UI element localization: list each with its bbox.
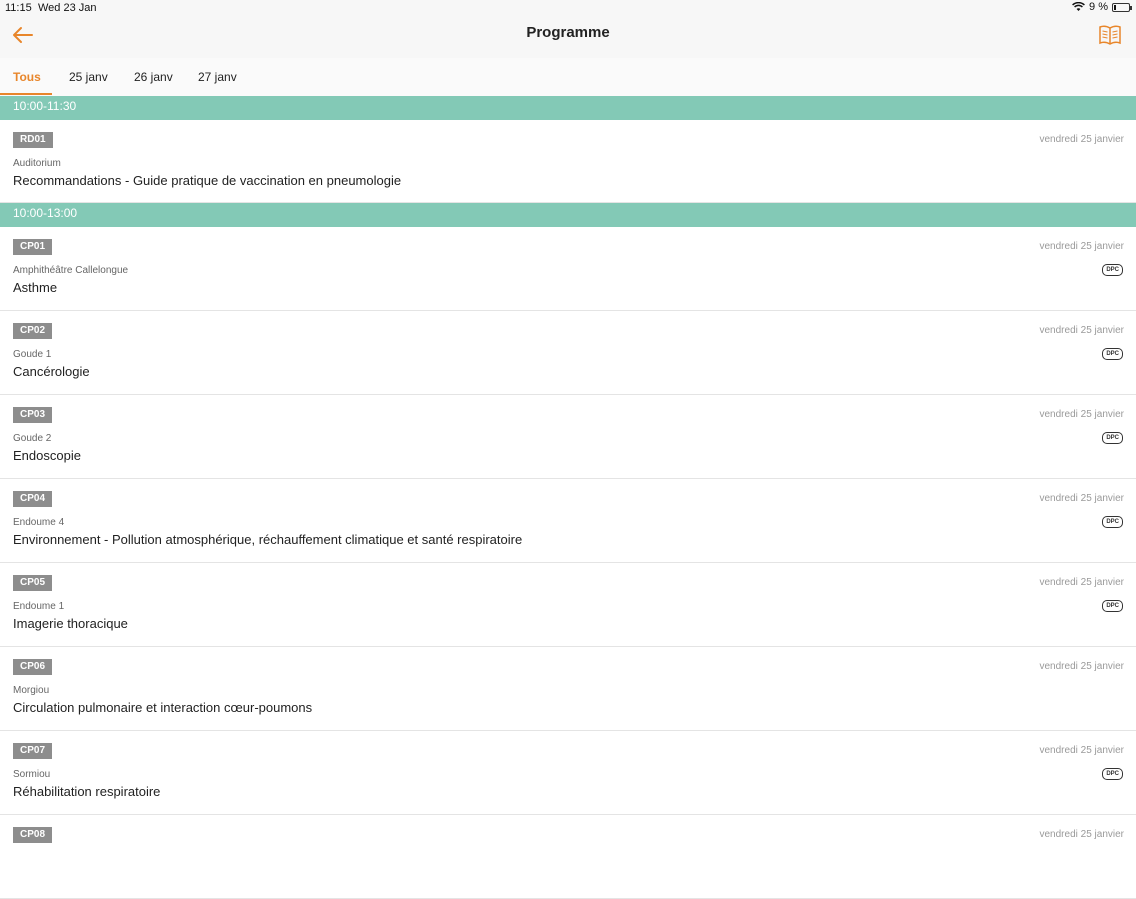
session-date: vendredi 25 janvier <box>1039 829 1125 840</box>
session-code-badge: CP06 <box>13 659 53 675</box>
status-right: 9 % <box>1072 1 1132 13</box>
session-room: Goude 1 <box>13 349 52 360</box>
session-code-badge: CP03 <box>13 407 53 423</box>
session-title: Endoscopie <box>13 448 81 463</box>
session-room: Amphithéâtre Callelongue <box>13 265 129 276</box>
session-title: Circulation pulmonaire et interaction cœ… <box>13 700 313 715</box>
status-time: 11:15 <box>5 2 32 14</box>
dpc-badge: DPC <box>1102 348 1123 360</box>
dpc-badge: DPC <box>1102 600 1123 612</box>
session-title: Réhabilitation respiratoire <box>13 784 161 799</box>
session-title: Recommandations - Guide pratique de vacc… <box>13 173 402 188</box>
tab-tous[interactable]: Tous <box>13 70 41 84</box>
session-code-badge: RD01 <box>13 132 53 148</box>
dpc-badge: DPC <box>1102 768 1123 780</box>
wifi-icon <box>1072 2 1085 11</box>
time-slot-header: 10:00-13:00 <box>0 203 1136 227</box>
session-list: 10:00-11:30 RD01 vendredi 25 janvier Aud… <box>0 96 1136 899</box>
session-title: Cancérologie <box>13 364 90 379</box>
session-room: Morgiou <box>13 685 50 696</box>
session-code-badge: CP08 <box>13 827 53 843</box>
session-date: vendredi 25 janvier <box>1039 493 1125 504</box>
time-slot-header: 10:00-11:30 <box>0 96 1136 120</box>
session-room: Sormiou <box>13 769 51 780</box>
session-room: Endoume 1 <box>13 601 65 612</box>
nav-bar: Programme <box>0 16 1136 58</box>
dpc-badge: DPC <box>1102 516 1123 528</box>
session-date: vendredi 25 janvier <box>1039 661 1125 672</box>
session-title: Environnement - Pollution atmosphérique,… <box>13 532 523 547</box>
session-room: Auditorium <box>13 158 61 169</box>
session-code-badge: CP02 <box>13 323 53 339</box>
session-code-badge: CP07 <box>13 743 53 759</box>
status-date: Wed 23 Jan <box>38 2 97 14</box>
page-title: Programme <box>526 24 610 41</box>
status-bar: 11:15 Wed 23 Jan 9 % <box>0 0 1136 16</box>
date-tabs: Tous 25 janv 26 janv 27 janv <box>0 58 1136 96</box>
session-date: vendredi 25 janvier <box>1039 134 1125 145</box>
session-row[interactable]: CP03 vendredi 25 janvier DPC Goude 2 End… <box>0 395 1136 479</box>
book-icon[interactable] <box>1098 23 1122 47</box>
battery-percent: 9 % <box>1089 1 1108 13</box>
session-date: vendredi 25 janvier <box>1039 745 1125 756</box>
tab-26-janv[interactable]: 26 janv <box>134 70 173 84</box>
session-title: Asthme <box>13 280 58 295</box>
session-row[interactable]: CP04 vendredi 25 janvier DPC Endoume 4 E… <box>0 479 1136 563</box>
session-room: Goude 2 <box>13 433 52 444</box>
session-title: Imagerie thoracique <box>13 616 128 631</box>
session-date: vendredi 25 janvier <box>1039 577 1125 588</box>
session-date: vendredi 25 janvier <box>1039 325 1125 336</box>
session-row[interactable]: RD01 vendredi 25 janvier Auditorium Reco… <box>0 120 1136 203</box>
session-code-badge: CP05 <box>13 575 53 591</box>
session-code-badge: CP01 <box>13 239 53 255</box>
session-row[interactable]: CP06 vendredi 25 janvier Morgiou Circula… <box>0 647 1136 731</box>
tab-25-janv[interactable]: 25 janv <box>69 70 108 84</box>
dpc-badge: DPC <box>1102 264 1123 276</box>
session-date: vendredi 25 janvier <box>1039 241 1125 252</box>
session-row[interactable]: CP01 vendredi 25 janvier DPC Amphithéâtr… <box>0 227 1136 311</box>
dpc-badge: DPC <box>1102 432 1123 444</box>
session-room: Endoume 4 <box>13 517 65 528</box>
session-code-badge: CP04 <box>13 491 53 507</box>
session-row[interactable]: CP05 vendredi 25 janvier DPC Endoume 1 I… <box>0 563 1136 647</box>
tab-27-janv[interactable]: 27 janv <box>198 70 237 84</box>
session-date: vendredi 25 janvier <box>1039 409 1125 420</box>
session-row[interactable]: CP02 vendredi 25 janvier DPC Goude 1 Can… <box>0 311 1136 395</box>
session-row[interactable]: CP08 vendredi 25 janvier <box>0 815 1136 899</box>
active-tab-indicator <box>0 93 52 95</box>
session-row[interactable]: CP07 vendredi 25 janvier DPC Sormiou Réh… <box>0 731 1136 815</box>
battery-icon <box>1112 2 1132 12</box>
